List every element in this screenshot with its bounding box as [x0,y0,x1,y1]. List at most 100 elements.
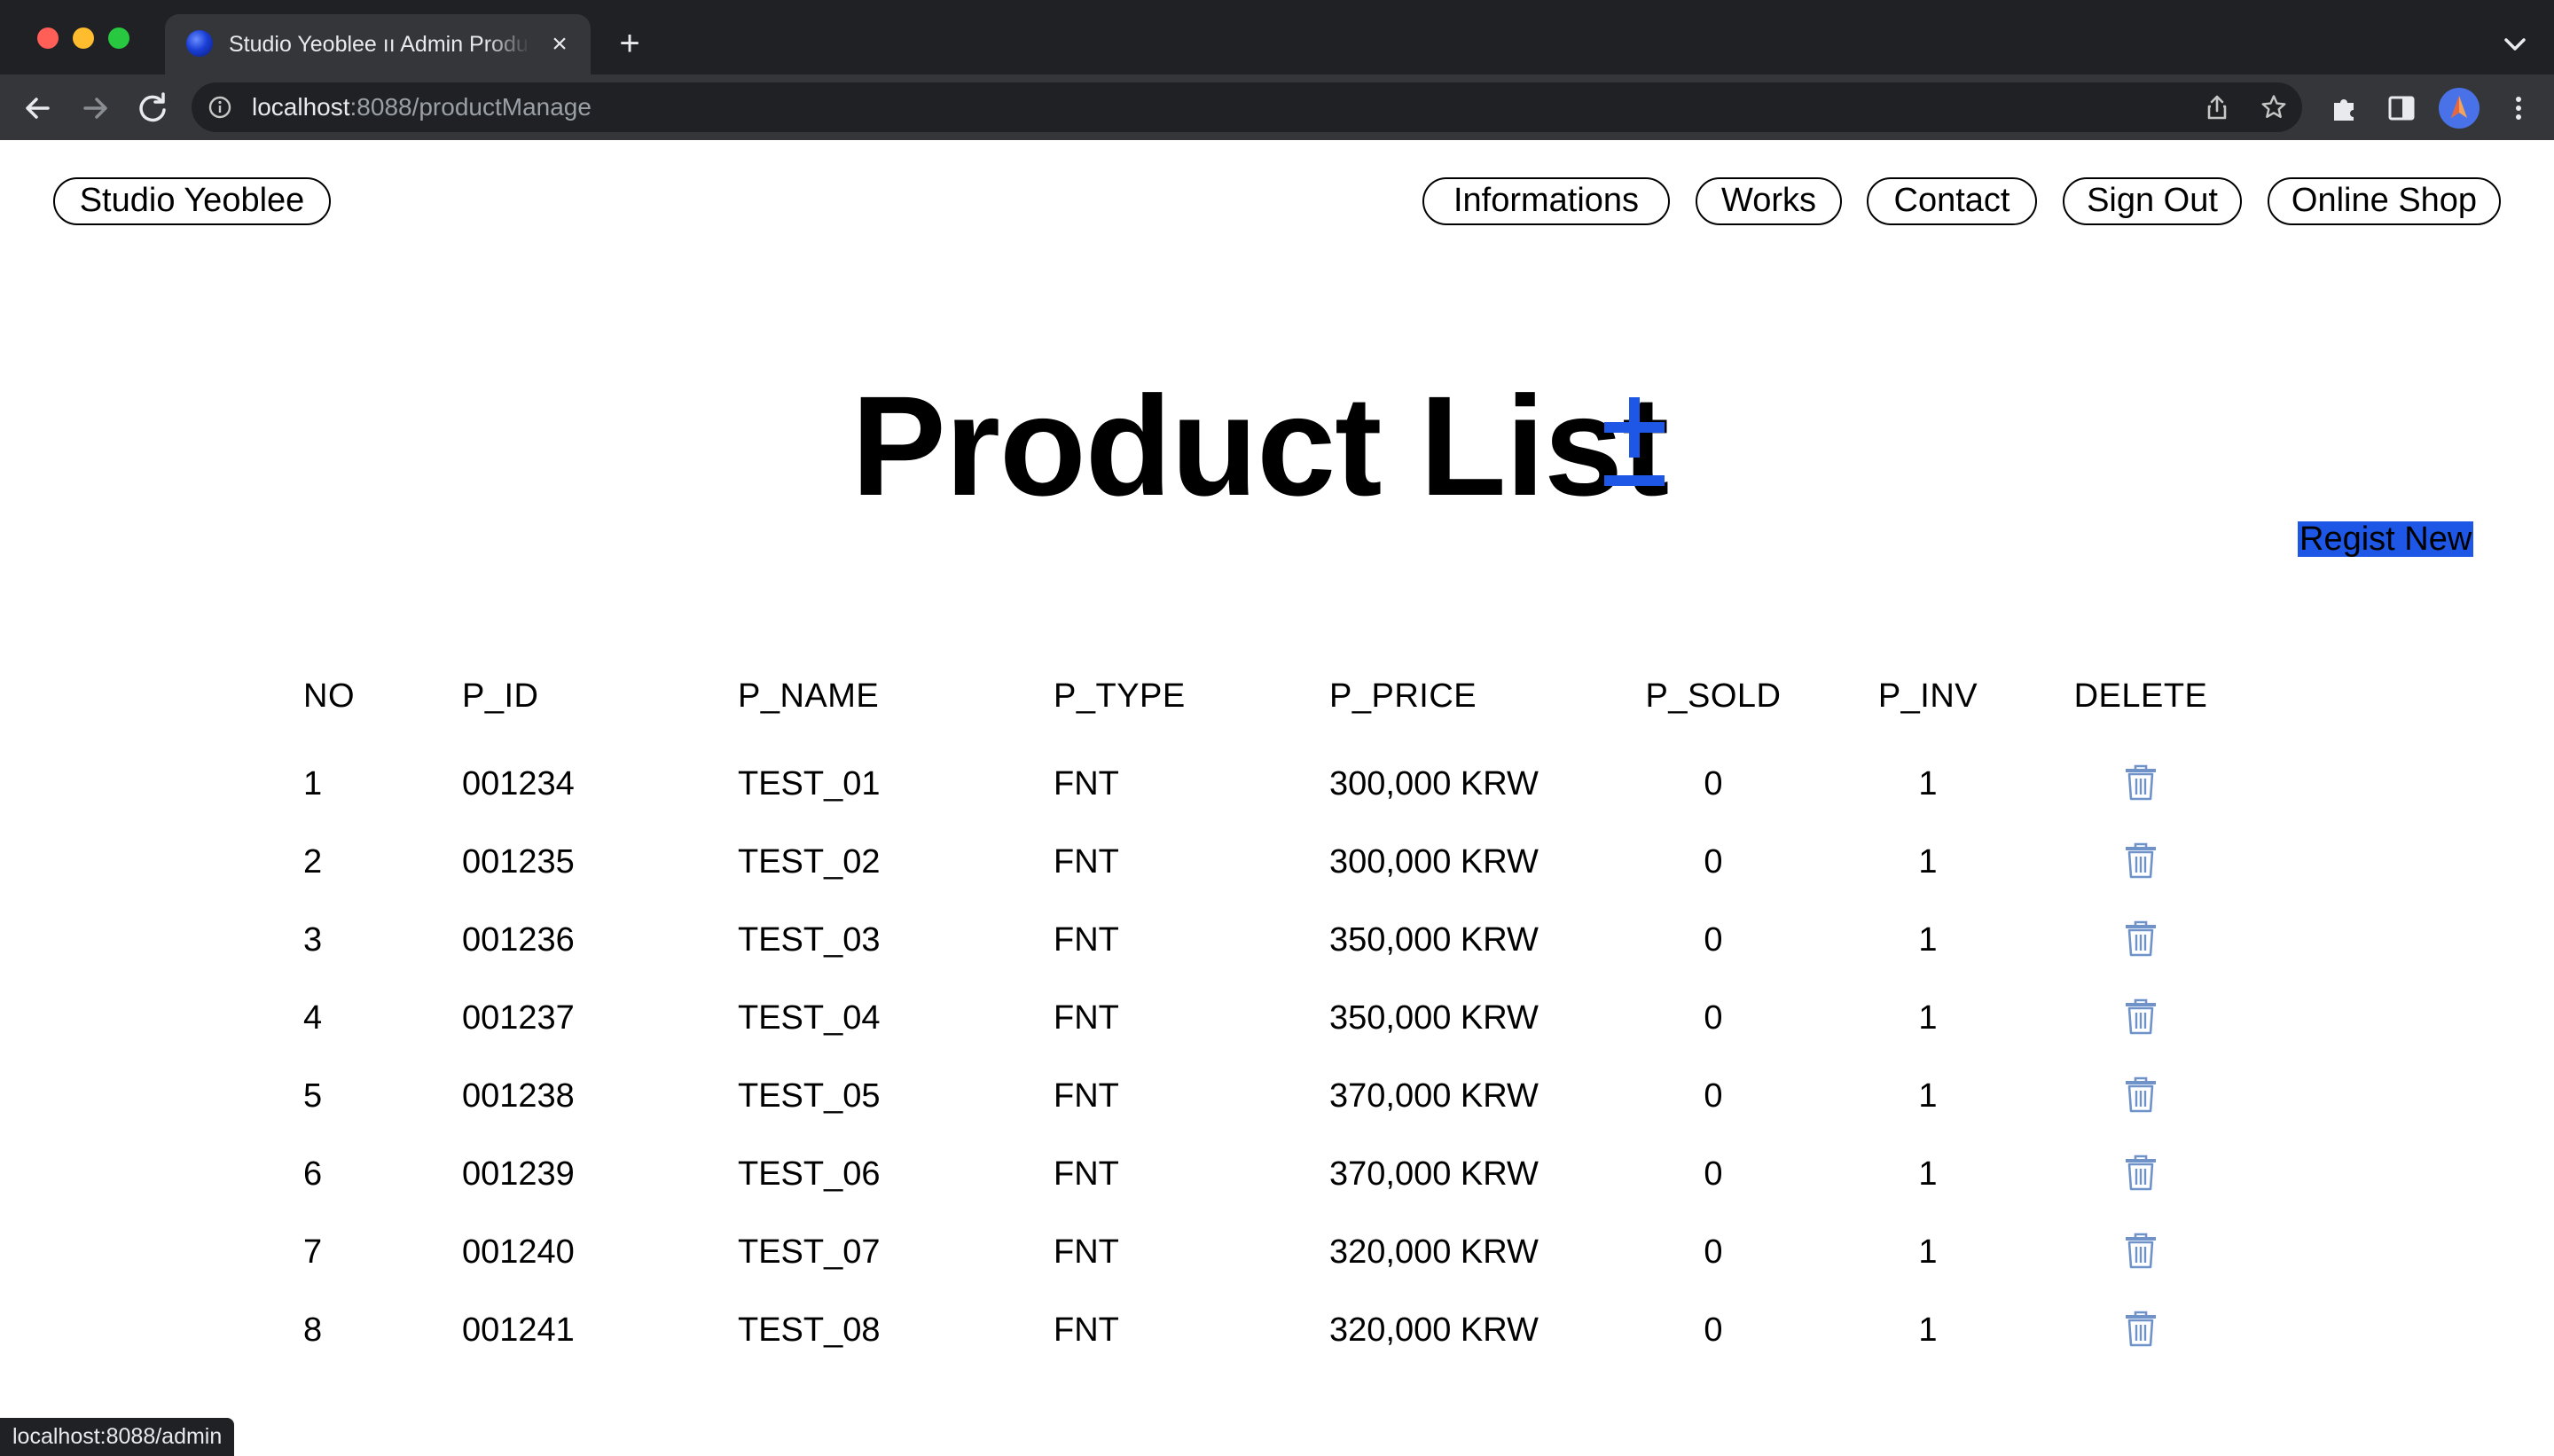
trash-icon[interactable] [2123,763,2158,802]
url-host: localhost [252,93,350,121]
trash-icon[interactable] [2123,841,2158,880]
cell-p-price: 370,000 KRW [1329,1155,1539,1193]
cell-no: 1 [303,765,323,802]
cell-no: 5 [303,1077,323,1115]
tab-strip: Studio Yeoblee ıı Admin Product Manage ×… [0,0,2554,74]
cell-p-inv: 1 [1918,765,1938,802]
browser-tab-active[interactable]: Studio Yeoblee ıı Admin Product Manage × [165,14,591,74]
trash-icon[interactable] [2123,1309,2158,1348]
back-arrow-icon[interactable] [18,89,57,128]
cell-p-name: TEST_03 [738,921,881,959]
cell-p-type: FNT [1054,1233,1119,1271]
cell-p-type: FNT [1054,921,1119,959]
cell-p-inv: 1 [1918,843,1938,881]
cell-p-price: 350,000 KRW [1329,999,1539,1037]
url-text[interactable]: localhost:8088/productManage [252,91,591,123]
cell-p-price: 320,000 KRW [1329,1311,1539,1349]
tab-close-icon[interactable]: × [544,29,575,59]
trash-icon[interactable] [2123,1075,2158,1114]
column-header-no: NO [303,677,355,715]
cell-no: 7 [303,1233,323,1271]
new-tab-button[interactable]: + [612,26,647,62]
trash-icon[interactable] [2123,1231,2158,1270]
column-header-p-sold: P_SOLD [1645,677,1782,715]
cell-p-id: 001241 [462,1311,575,1349]
maximize-window-button[interactable] [108,27,129,49]
chevron-down-icon[interactable] [2497,27,2533,62]
cell-no: 6 [303,1155,323,1193]
cell-p-type: FNT [1054,765,1119,802]
cell-p-id: 001235 [462,843,575,881]
cell-p-name: TEST_06 [738,1155,881,1193]
nav-informations[interactable]: Informations [1422,177,1670,225]
page-title: Product List [851,366,1669,525]
cell-p-price: 320,000 KRW [1329,1233,1539,1271]
cell-p-sold: 0 [1704,1155,1723,1193]
nav-contact[interactable]: Contact [1867,177,2037,225]
share-icon[interactable] [2203,93,2231,121]
cell-no: 4 [303,999,323,1037]
cell-p-price: 370,000 KRW [1329,1077,1539,1115]
cell-p-id: 001236 [462,921,575,959]
side-panel-icon[interactable] [2384,90,2419,126]
address-bar[interactable]: localhost:8088/productManage [192,82,2302,132]
trash-icon[interactable] [2123,997,2158,1036]
cell-no: 3 [303,921,323,959]
cell-p-price: 350,000 KRW [1329,921,1539,959]
kebab-menu-icon[interactable] [2501,90,2536,126]
cell-p-inv: 1 [1918,999,1938,1037]
cell-p-type: FNT [1054,999,1119,1037]
cell-p-sold: 0 [1704,1233,1723,1271]
cell-p-inv: 1 [1918,921,1938,959]
cell-p-id: 001237 [462,999,575,1037]
cell-p-sold: 0 [1704,921,1723,959]
url-path: :8088/productManage [349,93,591,121]
cell-p-type: FNT [1054,1155,1119,1193]
cell-p-name: TEST_07 [738,1233,881,1271]
cell-no: 2 [303,843,323,881]
trash-icon[interactable] [2123,919,2158,958]
cell-p-sold: 0 [1704,1077,1723,1115]
cell-p-id: 001239 [462,1155,575,1193]
forward-arrow-icon[interactable] [76,89,115,128]
cell-p-sold: 0 [1704,999,1723,1037]
cell-p-type: FNT [1054,1077,1119,1115]
column-header-p-inv: P_INV [1877,677,1978,715]
plus-minus-icon[interactable] [1602,387,1667,497]
cell-no: 8 [303,1311,323,1349]
cell-p-sold: 0 [1704,765,1723,802]
reload-icon[interactable] [133,89,172,128]
column-header-delete: DELETE [2073,677,2208,715]
browser-chrome: Studio Yeoblee ıı Admin Product Manage ×… [0,0,2554,140]
cell-p-sold: 0 [1704,1311,1723,1349]
cell-p-name: TEST_01 [738,765,881,802]
cell-p-price: 300,000 KRW [1329,843,1539,881]
info-icon[interactable] [208,95,232,120]
close-window-button[interactable] [37,27,59,49]
tab-title: Studio Yeoblee ıı Admin Product Manage [229,32,530,57]
brand-link[interactable]: Studio Yeoblee [53,177,331,225]
cell-p-id: 001240 [462,1233,575,1271]
nav-sign-out[interactable]: Sign Out [2063,177,2242,225]
cell-p-name: TEST_08 [738,1311,881,1349]
star-icon[interactable] [2260,93,2288,121]
cell-p-type: FNT [1054,1311,1119,1349]
nav-works[interactable]: Works [1696,177,1842,225]
cell-p-inv: 1 [1918,1311,1938,1349]
avatar-image [2451,96,2467,118]
profile-avatar[interactable] [2439,88,2480,129]
trash-icon[interactable] [2123,1153,2158,1192]
regist-new-link[interactable]: Regist New [2298,521,2474,557]
column-header-p-price: P_PRICE [1329,677,1477,715]
page-content: Studio Yeoblee Informations Works Contac… [0,140,2554,1456]
globe-favicon-icon [186,30,213,57]
cell-p-inv: 1 [1918,1233,1938,1271]
column-header-p-id: P_ID [462,677,539,715]
cell-p-inv: 1 [1918,1155,1938,1193]
puzzle-extension-icon[interactable] [2327,90,2362,126]
cell-p-name: TEST_02 [738,843,881,881]
nav-online-shop[interactable]: Online Shop [2268,177,2501,225]
minimize-window-button[interactable] [73,27,94,49]
cell-p-id: 001238 [462,1077,575,1115]
cell-p-id: 001234 [462,765,575,802]
